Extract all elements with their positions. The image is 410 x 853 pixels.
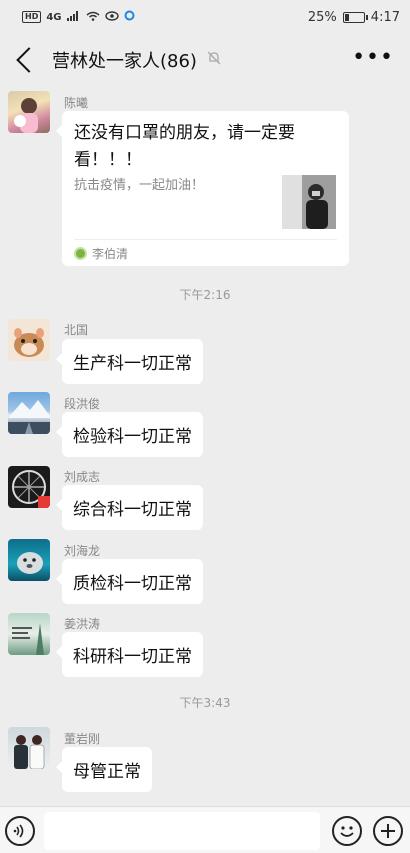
status-left: HD 4G [22, 10, 135, 24]
link-card[interactable]: 还没有口罩的朋友，请一定要看！！！ 抗击疫情，一起加油！ 李伯清 [56, 111, 349, 266]
sender-name: 北国 [64, 323, 89, 337]
add-more-icon[interactable] [373, 816, 403, 846]
chat-title: 营林处一家人(86) [52, 51, 197, 72]
chat-header: 营林处一家人(86) ••• [0, 34, 410, 86]
card-thumbnail [282, 175, 336, 229]
input-bar [0, 806, 410, 853]
message-bubble[interactable]: 检验科一切正常 [56, 412, 203, 457]
message-bubble[interactable]: 生产科一切正常 [56, 339, 203, 384]
mini-program-icon [74, 247, 87, 260]
timestamp: 下午2:16 [179, 288, 231, 302]
card-divider [74, 239, 337, 240]
sender-name: 姜洪涛 [64, 617, 101, 631]
message-bubble[interactable]: 母管正常 [56, 747, 152, 792]
card-source: 李伯清 [74, 245, 128, 262]
battery-percent: 25% [307, 9, 337, 25]
message-bubble[interactable]: 综合科一切正常 [56, 485, 203, 530]
avatar[interactable] [8, 727, 50, 769]
battery-icon [342, 11, 368, 23]
message-bubble[interactable]: 质检科一切正常 [56, 559, 203, 604]
voice-input-icon[interactable] [5, 816, 35, 846]
sender-name: 段洪俊 [64, 397, 101, 411]
message-input[interactable] [44, 812, 320, 850]
hd-badge: HD [22, 11, 42, 23]
app-notification-icon [124, 10, 135, 24]
avatar[interactable] [8, 539, 50, 581]
avatar[interactable] [8, 613, 50, 655]
card-title: 还没有口罩的朋友，请一定要看！！！ [74, 123, 295, 170]
sender-name: 董岩刚 [64, 732, 101, 746]
card-description: 抗击疫情，一起加油！ [74, 178, 205, 193]
network-indicator: 4G [46, 11, 62, 23]
message-bubble[interactable]: 科研科一切正常 [56, 632, 203, 677]
card-source-name: 李伯清 [92, 247, 129, 261]
status-bar: HD 4G 25% 4:17 [0, 0, 410, 34]
timestamp: 下午3:43 [179, 696, 231, 710]
sender-name: 陈曦 [64, 96, 89, 110]
signal-icon [66, 10, 81, 24]
eye-icon [104, 10, 119, 24]
back-arrow-icon[interactable] [16, 47, 42, 73]
mute-bell-icon [207, 51, 221, 69]
emoji-icon[interactable] [332, 816, 362, 846]
avatar[interactable] [8, 91, 50, 133]
sender-name: 刘海龙 [64, 544, 101, 558]
avatar[interactable] [8, 392, 50, 434]
status-right: 25% 4:17 [308, 10, 400, 25]
wifi-icon [86, 11, 100, 24]
avatar[interactable] [8, 466, 50, 508]
clock: 4:17 [370, 9, 400, 25]
avatar[interactable] [8, 319, 50, 361]
more-options-icon[interactable]: ••• [352, 47, 394, 69]
sender-name: 刘成志 [64, 470, 101, 484]
